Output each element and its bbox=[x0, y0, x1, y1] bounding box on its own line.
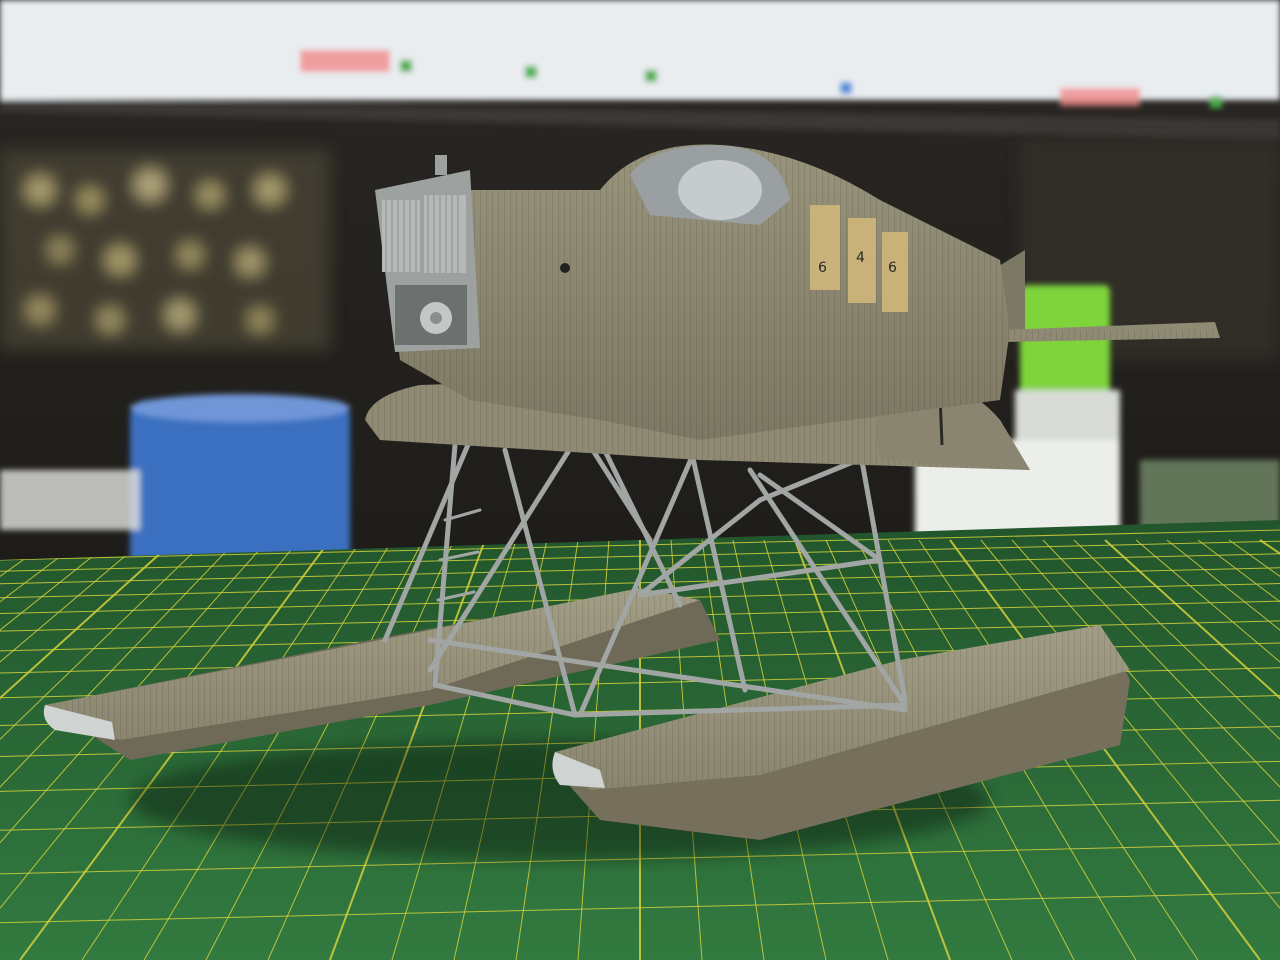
window-number-1: 6 bbox=[818, 260, 827, 276]
window-number-2: 4 bbox=[856, 250, 865, 266]
photo-scene: 6 4 6 bbox=[0, 0, 1280, 960]
window-number-3: 6 bbox=[888, 260, 897, 276]
